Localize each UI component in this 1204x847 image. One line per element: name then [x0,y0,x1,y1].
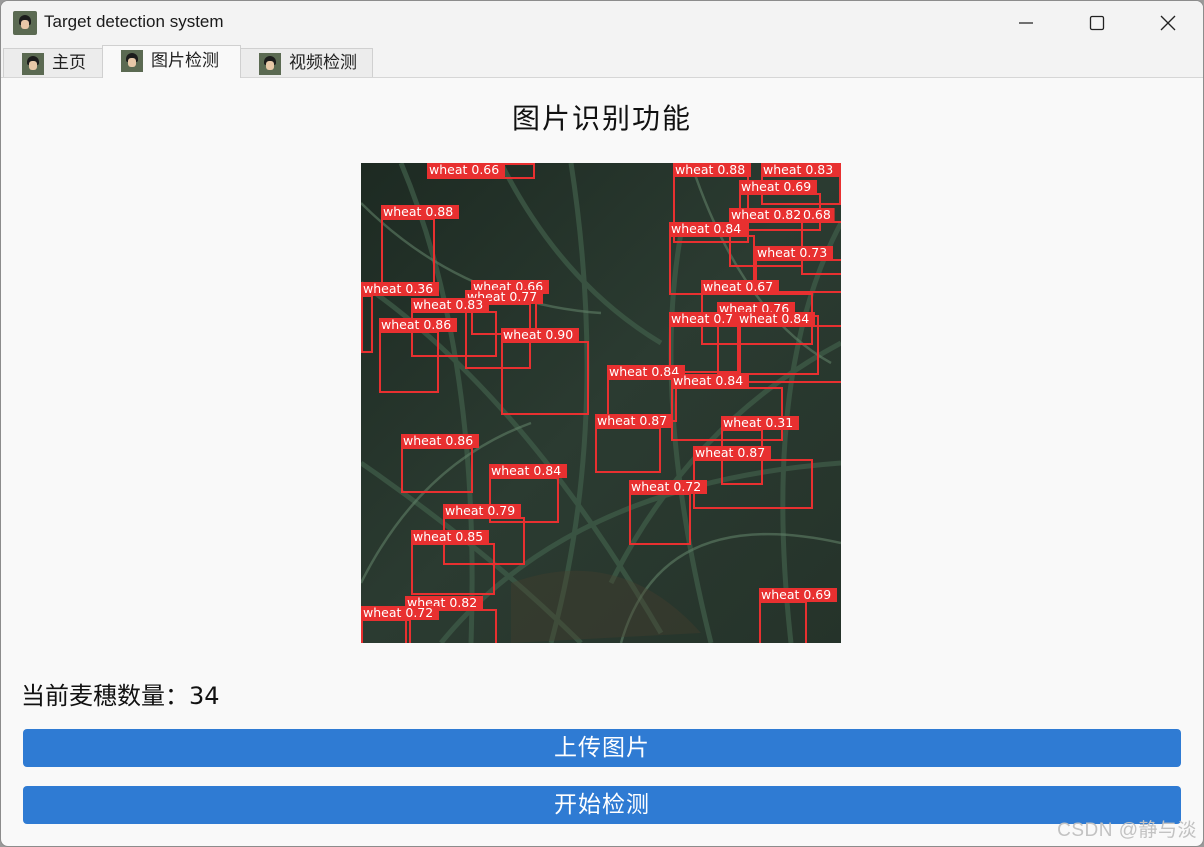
detection-label: wheat 0.86 [381,317,451,332]
detection-label: 0.68 [803,207,831,222]
detection-label: wheat 0.87 [695,445,765,460]
title-bar[interactable]: Target detection system [1,1,1203,45]
detection-label: wheat 0.72 [363,605,433,620]
detection-label: wheat 0.31 [723,415,793,430]
avatar-icon [259,53,281,75]
detection-label: wheat 0.84 [673,373,743,388]
detection-label: wheat 0.90 [503,327,573,342]
detection-result-image: wheat 0.66 wheat 0.88 wheat 0.83 wheat 0.88… [361,163,841,643]
detection-label: wheat 0.69 [761,587,831,602]
detection-label: wheat 0.84 [671,221,741,236]
start-detection-button[interactable]: 开始检测 [23,786,1181,824]
page-title: 图片识别功能 [511,102,692,135]
detection-label: wheat 0.88 [383,204,453,219]
detection-label: wheat 0.67 [703,279,773,294]
avatar-icon [22,53,44,75]
maximize-icon [1089,15,1105,31]
wheat-count-display: 当前麦穗数量：34 [21,676,220,711]
close-button[interactable] [1133,1,1203,45]
detection-label: wheat 0.84 [609,364,679,379]
tab-label: 主页 [52,53,86,73]
detection-label: wheat 0.87 [597,413,667,428]
detection-label: wheat 0.86 [403,433,473,448]
detection-label: wheat 0.84 [739,311,809,326]
detection-label: wheat 0.66 [429,163,499,177]
detection-label: wheat 0.73 [757,245,827,260]
app-avatar-icon [13,11,37,35]
detection-label: wheat 0.36 [363,281,433,296]
maximize-button[interactable] [1062,1,1132,45]
watermark: CSDN @静与淡 [1057,820,1197,841]
detection-label: wheat 0.83 [763,163,833,177]
avatar-icon [121,50,143,72]
tab-image-detection[interactable]: 图片检测 [102,45,241,78]
tab-label: 图片检测 [151,51,219,71]
detection-label: wheat 0.7 [671,311,733,326]
detection-label: wheat 0.82 [731,207,801,222]
app-window: Target detection system 主页 图片检测 视频检测 图片识… [0,0,1204,847]
minimize-icon [1019,22,1033,24]
window-title: Target detection system [44,12,224,31]
tab-video-detection[interactable]: 视频检测 [240,48,373,77]
count-value: 34 [189,682,220,710]
upload-image-button[interactable]: 上传图片 [23,729,1181,767]
minimize-button[interactable] [991,1,1061,45]
close-icon [1160,15,1176,31]
detection-label: wheat 0.85 [413,529,483,544]
detection-label: wheat 0.83 [413,297,483,312]
tab-bar: 主页 图片检测 视频检测 [1,45,1203,78]
detection-label: wheat 0.69 [741,179,811,194]
tab-home[interactable]: 主页 [3,48,103,77]
detection-label: wheat 0.79 [445,503,515,518]
detection-label: wheat 0.84 [491,463,561,478]
detection-label: wheat 0.88 [675,163,745,177]
count-label: 当前麦穗数量： [21,682,189,710]
tab-label: 视频检测 [289,53,357,73]
detection-label: wheat 0.72 [631,479,701,494]
